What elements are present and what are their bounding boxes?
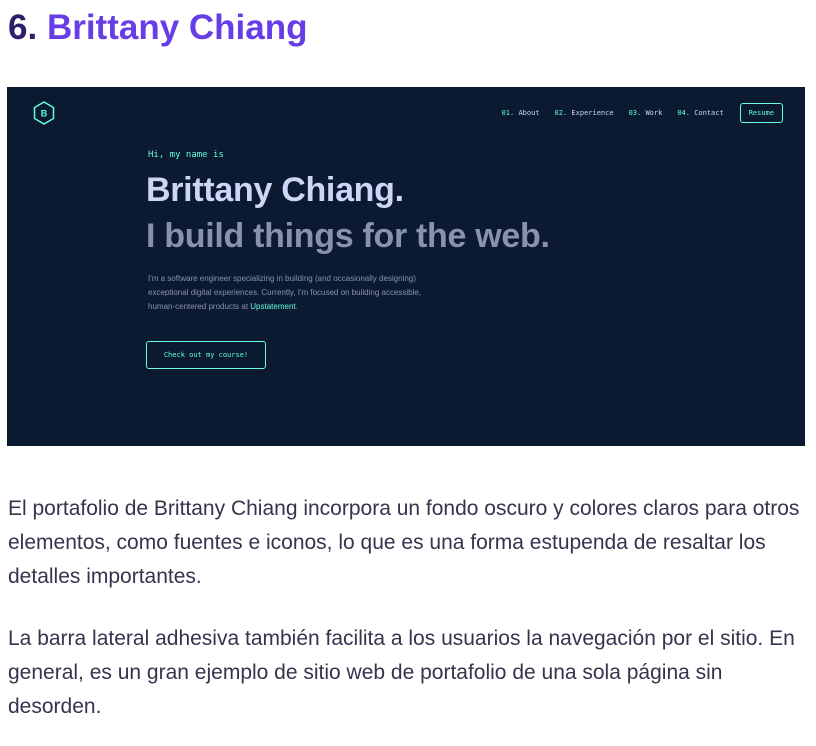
nav-label: Experience [571, 109, 614, 117]
upstatement-link[interactable]: Upstatement [250, 302, 295, 311]
nav-item-work[interactable]: 03. Work [629, 109, 663, 117]
section-heading: 6. Brittany Chiang [8, 4, 308, 52]
logo-letter: B [41, 109, 48, 119]
nav-number: 04. [677, 109, 690, 117]
nav-item-contact[interactable]: 04. Contact [677, 109, 723, 117]
heading-title: Brittany Chiang [46, 8, 308, 47]
nav-label: Contact [694, 109, 724, 117]
hero-name: Brittany Chiang. [146, 171, 404, 209]
resume-button[interactable]: Resume [739, 103, 783, 123]
nav-item-about[interactable]: 01. About [502, 109, 540, 117]
nav-number: 02. [554, 109, 568, 117]
portfolio-screenshot: B 01. About 02. Experience 03. Work 04. … [7, 87, 805, 446]
nav-item-experience[interactable]: 02. Experience [555, 109, 614, 117]
course-button[interactable]: Check out my course! [146, 341, 266, 369]
logo-hexagon-icon[interactable]: B [33, 101, 55, 125]
heading-number: 6. [8, 8, 38, 47]
nav-label: Work [645, 109, 663, 117]
nav-number: 01. [501, 109, 515, 117]
nav-label: About [518, 109, 540, 117]
paragraph-intro: El portafolio de Brittany Chiang incorpo… [8, 497, 800, 588]
nav-number: 03. [628, 109, 642, 117]
top-nav: 01. About 02. Experience 03. Work 04. Co… [487, 103, 783, 123]
hero-tagline: I build things for the web. [146, 217, 550, 255]
description-end: . [295, 302, 298, 311]
hero-description: I'm a software engineer specializing in … [148, 272, 438, 314]
hero-greeting: Hi, my name is [148, 150, 224, 160]
paragraph-sidebar: La barra lateral adhesiva también facili… [8, 627, 795, 718]
